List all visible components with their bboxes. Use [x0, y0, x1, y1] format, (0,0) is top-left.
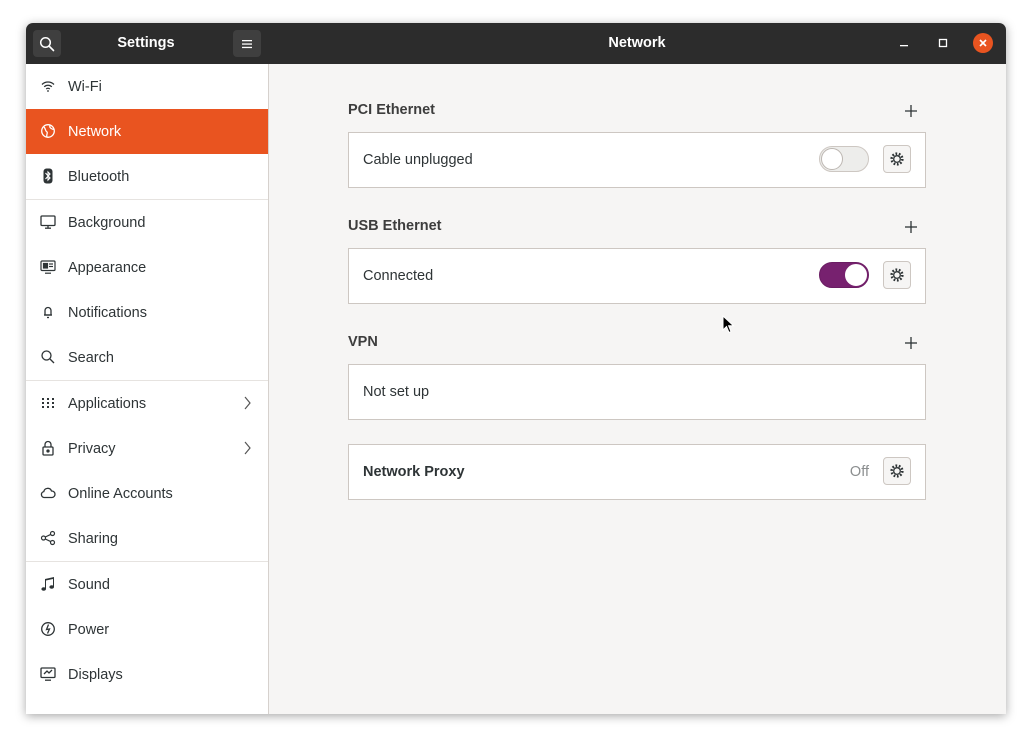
power-icon — [40, 621, 56, 637]
sidebar-item-label: Background — [68, 214, 146, 231]
add-vpn-icon[interactable] — [903, 335, 919, 351]
sidebar-item-label: Displays — [68, 666, 123, 683]
title-bar: Settings Network — [26, 23, 1006, 64]
sidebar-item-label: Sharing — [68, 530, 118, 547]
sidebar-item-label: Power — [68, 621, 110, 638]
sidebar-item-label: Bluetooth — [68, 168, 130, 185]
sidebar-item-online-accounts[interactable]: Online Accounts — [26, 471, 268, 516]
sidebar-item-sound[interactable]: Sound — [26, 561, 268, 607]
gear-icon — [890, 268, 904, 282]
cloud-icon — [40, 485, 56, 501]
sidebar-item-sharing[interactable]: Sharing — [26, 516, 268, 561]
add-usb-connection-icon[interactable] — [903, 219, 919, 235]
search-icon — [39, 36, 55, 51]
sidebar-item-label: Applications — [68, 395, 147, 412]
sidebar-item-label: Privacy — [68, 440, 116, 457]
sidebar-item-label: Sound — [68, 576, 110, 593]
search-icon — [40, 349, 56, 365]
gear-icon — [890, 464, 904, 478]
maximize-icon — [938, 38, 948, 48]
add-pci-connection-icon[interactable] — [903, 103, 919, 119]
usb-ethernet-toggle[interactable] — [819, 262, 869, 288]
sidebar-item-label: Online Accounts — [68, 485, 173, 502]
pci-status-label: Cable unplugged — [363, 152, 473, 168]
network-proxy-card[interactable]: Network Proxy Off — [348, 444, 926, 500]
monitor-icon — [40, 214, 56, 230]
proxy-status-value: Off — [849, 464, 869, 480]
close-button[interactable] — [973, 33, 993, 53]
usb-settings-button[interactable] — [883, 261, 911, 289]
network-panel: PCI Ethernet Cable unplugged USB Etherne… — [269, 64, 1006, 714]
pci-ethernet-toggle[interactable] — [819, 146, 869, 172]
grid-icon — [40, 395, 56, 411]
sidebar-item-notifications[interactable]: Notifications — [26, 290, 268, 335]
share-icon — [40, 530, 56, 546]
menu-button[interactable] — [233, 30, 261, 57]
settings-window: Settings Network Wi-Fi Network Bluetooth… — [26, 23, 1006, 714]
chevron-right-icon — [244, 441, 251, 455]
minimize-button[interactable] — [894, 33, 914, 53]
lock-icon — [40, 440, 56, 456]
vpn-card: Not set up — [348, 364, 926, 420]
gear-icon — [890, 152, 904, 166]
appearance-icon — [40, 259, 56, 275]
music-note-icon — [40, 576, 56, 592]
proxy-settings-button[interactable] — [883, 457, 911, 485]
sidebar-item-search[interactable]: Search — [26, 335, 268, 380]
pci-ethernet-card: Cable unplugged — [348, 132, 926, 188]
sidebar: Wi-Fi Network Bluetooth Background Appea… — [26, 64, 269, 714]
network-proxy-label: Network Proxy — [363, 464, 465, 480]
vpn-heading: VPN — [348, 334, 378, 350]
sidebar-item-wifi[interactable]: Wi-Fi — [26, 64, 268, 109]
sidebar-item-applications[interactable]: Applications — [26, 380, 268, 426]
vpn-status-label: Not set up — [363, 384, 430, 400]
hamburger-menu-icon — [242, 39, 252, 48]
sidebar-item-label: Network — [68, 123, 122, 140]
sidebar-item-power[interactable]: Power — [26, 607, 268, 652]
search-button[interactable] — [33, 30, 61, 57]
usb-status-label: Connected — [363, 268, 434, 284]
sidebar-item-background[interactable]: Background — [26, 199, 268, 245]
sidebar-item-privacy[interactable]: Privacy — [26, 426, 268, 471]
display-icon — [40, 666, 56, 682]
sidebar-item-network[interactable]: Network — [26, 109, 268, 154]
globe-icon — [40, 123, 56, 139]
sidebar-item-label: Notifications — [68, 304, 147, 321]
sidebar-item-appearance[interactable]: Appearance — [26, 245, 268, 290]
app-title: Settings — [117, 35, 175, 51]
pci-settings-button[interactable] — [883, 145, 911, 173]
toggle-knob — [845, 264, 867, 286]
sidebar-item-label: Wi-Fi — [68, 78, 102, 95]
minimize-icon — [900, 45, 908, 47]
sidebar-item-label: Appearance — [68, 259, 147, 276]
chevron-right-icon — [244, 396, 251, 410]
mouse-cursor-icon — [722, 315, 735, 334]
usb-ethernet-card: Connected — [348, 248, 926, 304]
sidebar-item-displays[interactable]: Displays — [26, 652, 268, 697]
bluetooth-icon — [40, 168, 56, 184]
wifi-icon — [40, 78, 56, 94]
pci-ethernet-heading: PCI Ethernet — [348, 102, 436, 118]
sidebar-item-label: Search — [68, 349, 114, 366]
close-icon — [979, 39, 987, 47]
toggle-knob — [821, 148, 843, 170]
maximize-button[interactable] — [933, 33, 953, 53]
bell-icon — [40, 304, 56, 320]
usb-ethernet-heading: USB Ethernet — [348, 218, 442, 234]
sidebar-item-bluetooth[interactable]: Bluetooth — [26, 154, 268, 199]
